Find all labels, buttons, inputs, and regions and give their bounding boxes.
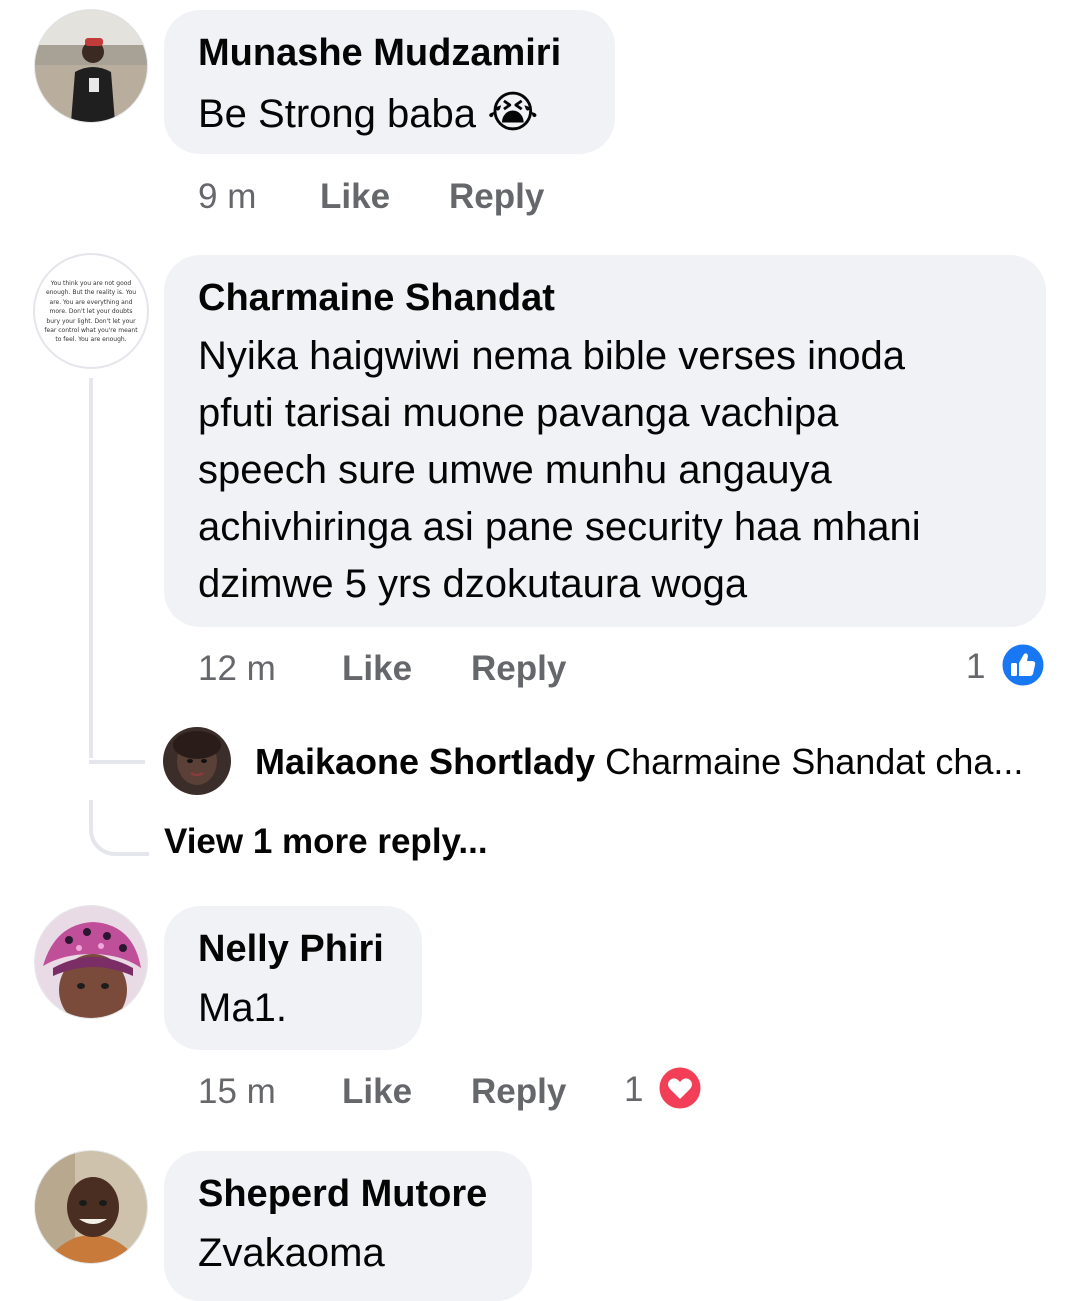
- view-more-replies-link[interactable]: View 1 more reply...: [164, 820, 488, 864]
- like-button[interactable]: Like: [342, 646, 412, 692]
- comment-bubble: Munashe Mudzamiri Be Strong baba 😭: [164, 10, 615, 154]
- crying-face-emoji-icon: 😭: [487, 88, 539, 137]
- comment-author[interactable]: Sheperd Mutore: [198, 1171, 498, 1217]
- love-heart-icon: [656, 1064, 704, 1112]
- reply-button[interactable]: Reply: [471, 1069, 566, 1115]
- comment-bubble: Nelly Phiri Ma1.: [164, 906, 422, 1050]
- avatar-photo: [35, 906, 147, 1018]
- reaction-count: 1: [624, 1070, 644, 1109]
- avatar[interactable]: [35, 10, 147, 122]
- comment-text: Zvakaoma: [198, 1231, 385, 1275]
- thread-connector: [89, 700, 145, 764]
- avatar[interactable]: [35, 1151, 147, 1263]
- avatar-photo: [35, 10, 147, 122]
- avatar-photo: [163, 727, 231, 795]
- comment-time[interactable]: 9 m: [198, 174, 256, 220]
- avatar[interactable]: [163, 727, 231, 795]
- reply-text: Charmaine Shandat cha...: [605, 741, 1024, 782]
- comment-text-line: Nyika haigwiwi nema bible verses inoda: [198, 334, 906, 378]
- comment-text-line: speech sure umwe munhu angauya: [198, 448, 832, 492]
- reaction-summary[interactable]: 1: [966, 641, 1048, 693]
- reply-author[interactable]: Maikaone Shortlady: [255, 741, 595, 782]
- comment-text-line: dzimwe 5 yrs dzokutaura woga: [198, 562, 748, 606]
- comment-time[interactable]: 12 m: [198, 646, 276, 692]
- comment-actions: 12 m Like Reply: [198, 646, 618, 692]
- thread-connector: [89, 800, 149, 856]
- comment-author[interactable]: Munashe Mudzamiri: [198, 30, 581, 76]
- reply-preview[interactable]: Maikaone Shortlady Charmaine Shandat cha…: [255, 740, 1023, 784]
- reply-button[interactable]: Reply: [449, 174, 544, 220]
- comment-text: Ma1.: [198, 986, 287, 1030]
- avatar-quote-image: You think you are not good enough. But t…: [44, 280, 138, 344]
- like-button[interactable]: Like: [320, 174, 390, 220]
- comment-actions: 15 m Like Reply: [198, 1069, 618, 1115]
- comment-actions: 9 m Like Reply: [198, 174, 598, 220]
- avatar[interactable]: You think you are not good enough. But t…: [35, 255, 147, 367]
- comment-text-line: pfuti tarisai muone pavanga vachipa: [198, 391, 839, 435]
- comment-author[interactable]: Nelly Phiri: [198, 926, 388, 972]
- comment-text-body: Be Strong baba: [198, 92, 476, 136]
- like-button[interactable]: Like: [342, 1069, 412, 1115]
- comment-text: Be Strong baba 😭: [198, 84, 581, 143]
- comment-bubble: Sheperd Mutore Zvakaoma: [164, 1151, 532, 1301]
- comment-author[interactable]: Charmaine Shandat: [198, 275, 1012, 321]
- comment-bubble: Charmaine Shandat Nyika haigwiwi nema bi…: [164, 255, 1046, 627]
- reaction-count: 1: [966, 647, 986, 686]
- avatar-photo: [35, 1151, 147, 1263]
- comment-text-line: achivhiringa asi pane security haa mhani: [198, 505, 921, 549]
- comment-text: Nyika haigwiwi nema bible verses inoda p…: [198, 328, 1012, 613]
- reply-button[interactable]: Reply: [471, 646, 566, 692]
- like-thumb-icon: [999, 641, 1047, 689]
- comment-time[interactable]: 15 m: [198, 1069, 276, 1115]
- reaction-summary[interactable]: 1: [624, 1064, 706, 1116]
- avatar[interactable]: [35, 906, 147, 1018]
